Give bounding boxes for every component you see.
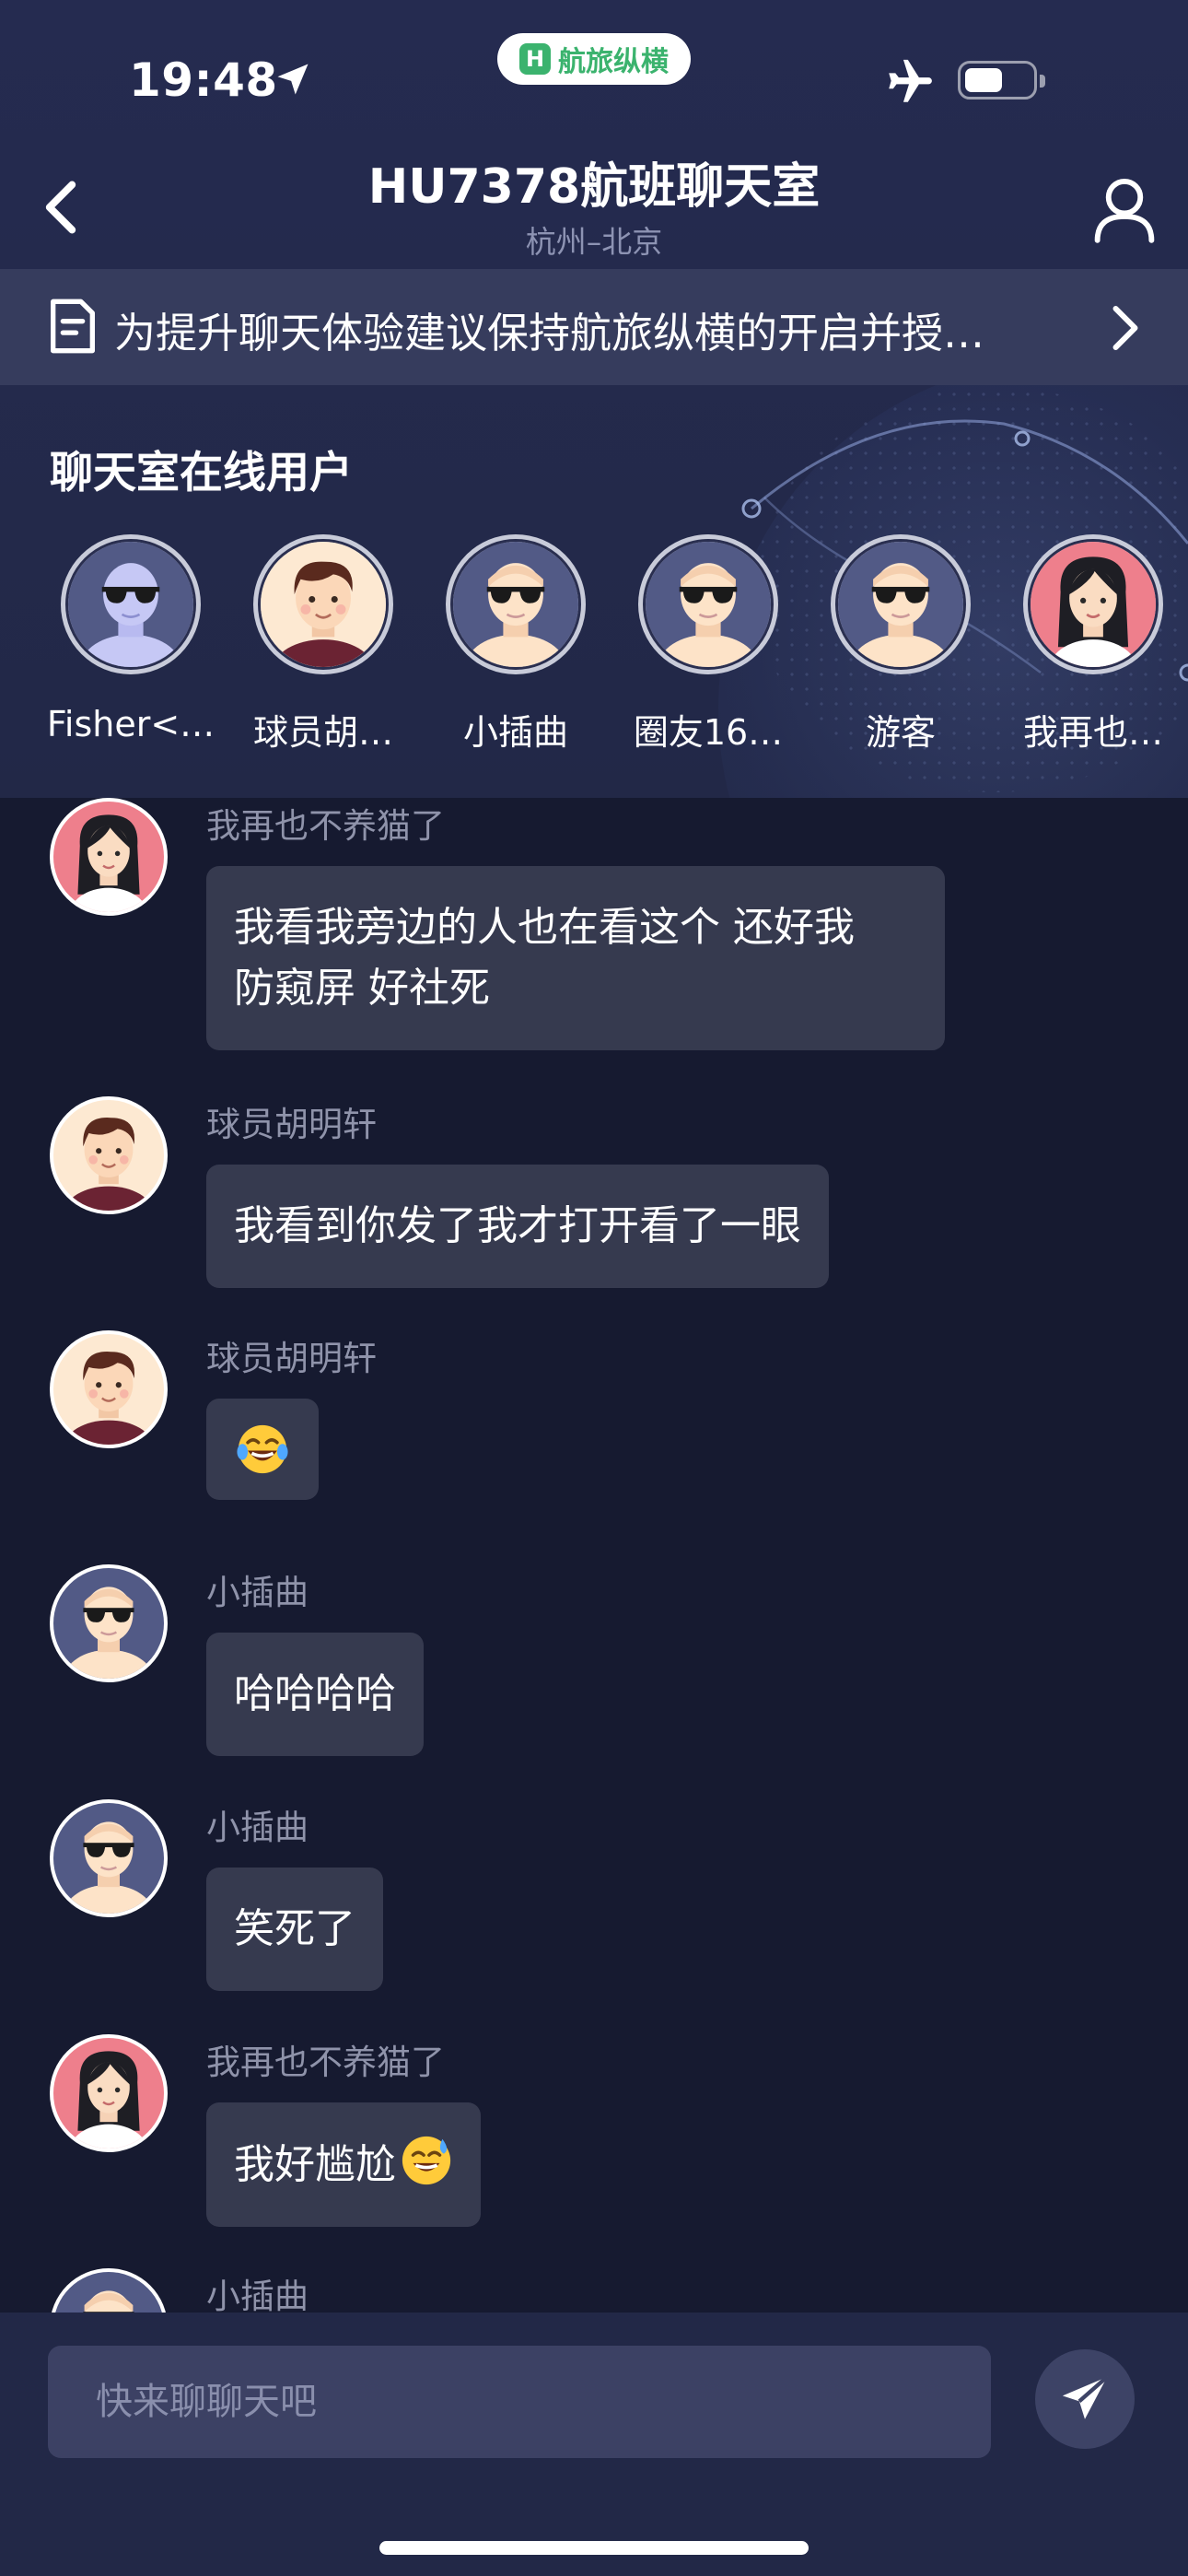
sender-name: 球员胡明轩 bbox=[206, 1339, 377, 1378]
sender-avatar[interactable] bbox=[50, 1564, 168, 1682]
message-bubble[interactable]: 哈哈哈哈 bbox=[206, 1633, 424, 1756]
brown-hair-boy-avatar bbox=[261, 542, 386, 667]
message-bubble[interactable]: 笑死了 bbox=[206, 1868, 383, 1991]
sunglasses-blue-avatar bbox=[68, 542, 193, 667]
back-arrow-icon[interactable] bbox=[33, 175, 88, 240]
message-bubble[interactable] bbox=[206, 1399, 319, 1500]
sender-avatar[interactable] bbox=[50, 1799, 168, 1917]
online-user-name: 游客 bbox=[865, 712, 936, 753]
sunglasses-avatar bbox=[646, 542, 771, 667]
sunglasses-avatar bbox=[453, 542, 578, 667]
sender-name: 我再也不养猫了 bbox=[206, 806, 445, 846]
home-indicator bbox=[379, 2541, 809, 2555]
location-arrow-icon bbox=[277, 64, 309, 95]
online-user[interactable]: 我再也… bbox=[999, 534, 1183, 755]
sunglasses-avatar bbox=[53, 1568, 164, 1679]
user-profile-icon[interactable] bbox=[1092, 175, 1157, 245]
sender-avatar[interactable] bbox=[50, 798, 168, 916]
status-time: 19:48 bbox=[129, 53, 278, 107]
sunglasses-avatar bbox=[53, 1803, 164, 1914]
online-user[interactable]: 游客 bbox=[807, 534, 991, 755]
online-user-name: 球员胡… bbox=[252, 712, 393, 753]
long-hair-girl-avatar bbox=[53, 2038, 164, 2149]
sender-avatar[interactable] bbox=[50, 1096, 168, 1214]
app-pill-label: 航旅纵横 bbox=[558, 46, 669, 78]
message-bubble[interactable]: 我看我旁边的人也在看这个 还好我 防窥屏 好社死 bbox=[206, 866, 945, 1050]
sweat-smile-emoji-icon bbox=[402, 2136, 451, 2185]
message-text: 哈哈哈哈 bbox=[234, 1670, 396, 1717]
online-user[interactable]: 球员胡… bbox=[229, 534, 413, 755]
message-input[interactable] bbox=[48, 2346, 991, 2458]
chat-room-title: HU7378航班聊天室 bbox=[367, 159, 821, 215]
app-return-pill[interactable]: H 航旅纵横 bbox=[497, 33, 691, 85]
online-user[interactable]: Fisher<… bbox=[37, 534, 221, 755]
long-hair-girl-avatar bbox=[53, 802, 164, 912]
send-button[interactable] bbox=[1035, 2349, 1135, 2449]
online-user-name: Fisher<… bbox=[46, 704, 215, 744]
send-paper-plane-icon bbox=[1062, 2375, 1109, 2419]
sender-name: 小插曲 bbox=[206, 1808, 309, 1847]
message-text: 我好尴尬 bbox=[234, 2141, 396, 2188]
battery-icon bbox=[958, 61, 1045, 100]
brown-hair-boy-avatar bbox=[53, 1334, 164, 1445]
notice-text: 为提升聊天体验建议保持航旅纵横的开启并授… bbox=[114, 309, 985, 357]
message-text: 笑死了 bbox=[234, 1905, 355, 1952]
message-bubble[interactable]: 我看到你发了我才打开看了一眼 bbox=[206, 1165, 829, 1288]
notice-banner[interactable]: 为提升聊天体验建议保持航旅纵横的开启并授… bbox=[0, 269, 1188, 385]
sender-name: 球员胡明轩 bbox=[206, 1105, 377, 1144]
sender-avatar[interactable] bbox=[50, 1330, 168, 1448]
sender-name: 小插曲 bbox=[206, 2277, 309, 2316]
sender-name: 小插曲 bbox=[206, 1573, 309, 1612]
online-user-name: 小插曲 bbox=[462, 712, 568, 753]
sender-name: 我再也不养猫了 bbox=[206, 2043, 445, 2082]
message-text: 我看到你发了我才打开看了一眼 bbox=[234, 1202, 801, 1249]
chat-room-screen: 19:48 H 航旅纵横 HU7378航班聊天室 杭州–北京 为提升聊天体验建议… bbox=[0, 0, 1188, 2576]
online-users-title: 聊天室在线用户 bbox=[50, 448, 353, 498]
message-text-line: 我看我旁边的人也在看这个 还好我 bbox=[234, 904, 855, 951]
brown-hair-boy-avatar bbox=[53, 1100, 164, 1211]
sunglasses-avatar bbox=[838, 542, 963, 667]
document-icon bbox=[51, 299, 96, 354]
online-user-name: 圈友16… bbox=[633, 712, 784, 753]
long-hair-girl-avatar bbox=[1031, 542, 1156, 667]
online-user[interactable]: 小插曲 bbox=[422, 534, 606, 755]
laughing-tears-emoji-icon bbox=[237, 1424, 288, 1474]
airplane-mode-icon bbox=[889, 59, 932, 102]
sender-avatar[interactable] bbox=[50, 2034, 168, 2152]
online-user[interactable]: 圈友16… bbox=[614, 534, 798, 755]
message-text-line: 防窥屏 好社死 bbox=[234, 965, 490, 1012]
online-user-name: 我再也… bbox=[1022, 712, 1163, 753]
header-region: 19:48 H 航旅纵横 HU7378航班聊天室 杭州–北京 为提升聊天体验建议… bbox=[0, 0, 1188, 798]
message-bubble[interactable]: 我好尴尬 bbox=[206, 2102, 481, 2227]
route-subtitle: 杭州–北京 bbox=[525, 224, 663, 260]
app-logo-icon: H bbox=[519, 43, 551, 75]
chevron-right-icon bbox=[1112, 306, 1138, 350]
